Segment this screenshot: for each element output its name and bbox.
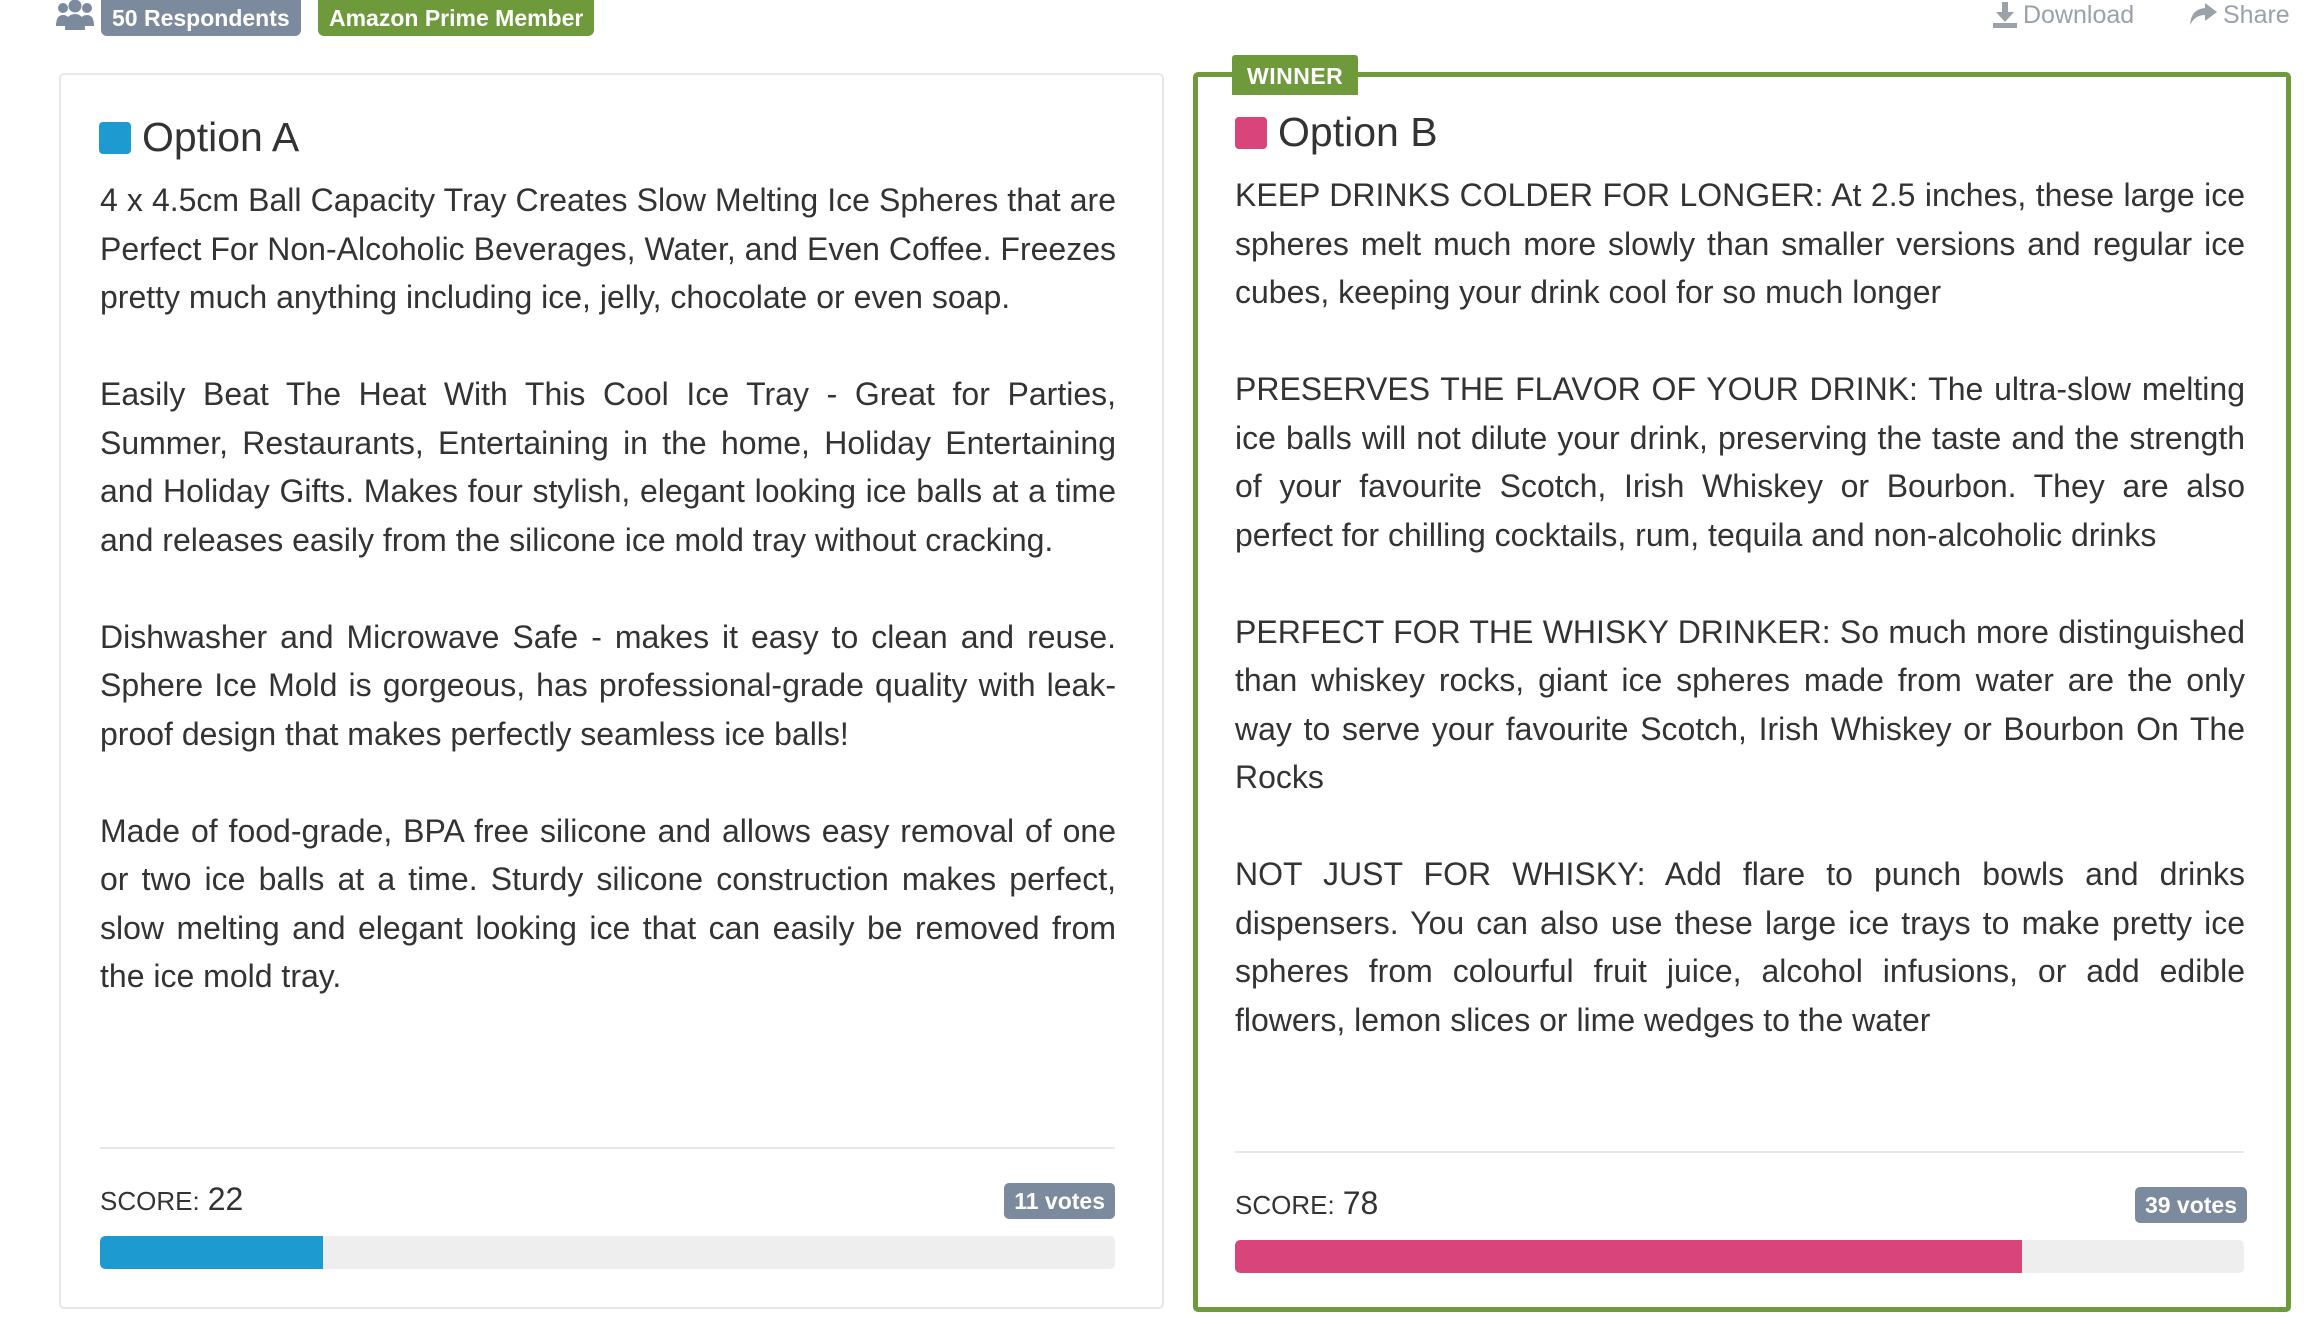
option-b-score: SCORE: 78 bbox=[1235, 1185, 1378, 1222]
audience-badge: Amazon Prime Member bbox=[318, 0, 595, 36]
option-b-score-value: 78 bbox=[1342, 1185, 1379, 1221]
option-a-color-swatch bbox=[99, 121, 131, 154]
option-a-title-text: Option A bbox=[142, 114, 300, 160]
option-a-paragraph: Made of food-grade, BPA free silicone an… bbox=[100, 812, 1116, 995]
option-b-paragraph: PERFECT FOR THE WHISKY DRINKER: So much … bbox=[1235, 613, 2245, 796]
top-bar: 50 Respondents Amazon Prime Member Downl… bbox=[0, 0, 2318, 50]
option-a-description: 4 x 4.5cm Ball Capacity Tray Creates Slo… bbox=[100, 176, 1116, 1049]
option-a-paragraph: 4 x 4.5cm Ball Capacity Tray Creates Slo… bbox=[100, 182, 1116, 315]
winner-label: WINNER bbox=[1232, 55, 1359, 95]
option-b-paragraph: NOT JUST FOR WHISKY: Add flare to punch … bbox=[1235, 856, 2245, 1038]
option-a-paragraph: Easily Beat The Heat With This Cool Ice … bbox=[100, 376, 1116, 558]
option-a-score-bar-fill bbox=[100, 1236, 324, 1269]
option-a-divider bbox=[100, 1147, 1115, 1149]
option-b-votes-badge: 39 votes bbox=[2134, 1187, 2247, 1223]
option-b-color-swatch bbox=[1235, 116, 1267, 149]
option-b-paragraph: PRESERVES THE FLAVOR OF YOUR DRINK: The … bbox=[1235, 371, 2245, 553]
option-b-paragraph: KEEP DRINKS COLDER FOR LONGER: At 2.5 in… bbox=[1235, 177, 2245, 310]
download-icon bbox=[1993, 2, 2017, 28]
share-link[interactable]: Share bbox=[2189, 0, 2290, 30]
download-link[interactable]: Download bbox=[1993, 0, 2134, 30]
download-label: Download bbox=[2023, 1, 2135, 29]
respondents-badge: 50 Respondents bbox=[101, 0, 301, 36]
option-b-title-text: Option B bbox=[1278, 109, 1438, 155]
option-a-score-label: SCORE: bbox=[100, 1186, 200, 1216]
option-b-score-bar-fill bbox=[1235, 1240, 2023, 1273]
option-a-score-value: 22 bbox=[207, 1181, 244, 1217]
option-b-score-bar bbox=[1235, 1240, 2244, 1273]
option-a-title: Option A bbox=[99, 114, 299, 161]
option-a-score: SCORE: 22 bbox=[100, 1181, 243, 1218]
share-icon bbox=[2189, 3, 2217, 27]
option-b-title: Option B bbox=[1235, 109, 1438, 156]
share-label: Share bbox=[2223, 1, 2290, 29]
option-b-score-label: SCORE: bbox=[1235, 1190, 1335, 1220]
users-icon bbox=[55, 0, 95, 30]
option-a-votes-badge: 11 votes bbox=[1004, 1183, 1115, 1219]
option-b-description: KEEP DRINKS COLDER FOR LONGER: At 2.5 in… bbox=[1235, 171, 2245, 1093]
option-a-paragraph: Dishwasher and Microwave Safe - makes it… bbox=[100, 618, 1116, 752]
option-a-score-bar bbox=[100, 1236, 1115, 1269]
option-b-divider bbox=[1235, 1151, 2244, 1153]
